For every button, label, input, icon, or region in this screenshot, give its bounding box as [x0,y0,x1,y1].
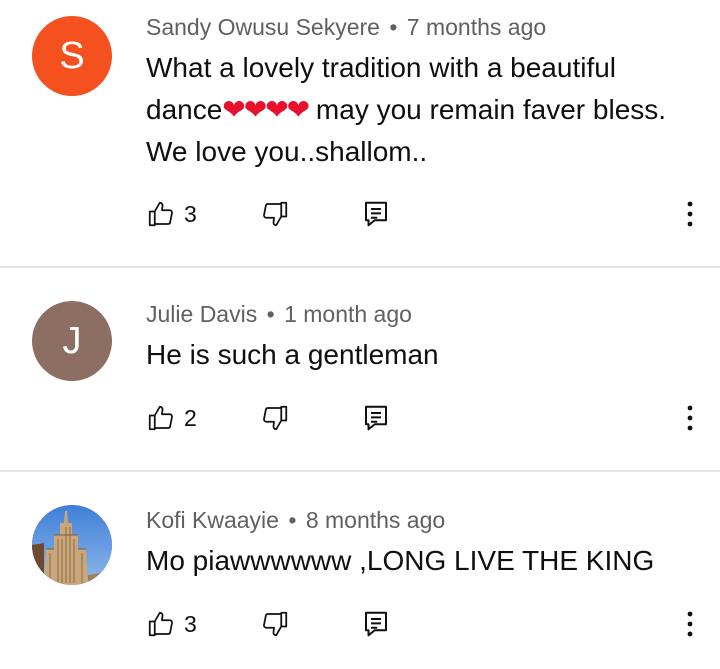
avatar[interactable] [32,505,112,585]
thumbs-up-icon [146,403,176,433]
reply-button[interactable] [362,196,390,232]
dislike-button[interactable] [260,196,290,232]
more-options-button[interactable] [678,606,702,642]
reply-icon [362,609,390,639]
more-vertical-icon [686,403,694,433]
like-count: 3 [184,610,197,637]
comment-item: J Julie Davis • 1 month ago He is such a… [0,268,720,470]
comment-author[interactable]: Sandy Owusu Sekyere [146,14,380,40]
comment-author[interactable]: Kofi Kwaayie [146,507,279,533]
like-button[interactable]: 3 [146,196,197,232]
like-count: 3 [184,200,197,227]
comment-author[interactable]: Julie Davis [146,301,257,327]
avatar[interactable]: J [32,301,112,381]
comment-text: What a lovely tradition with a beautiful… [146,47,686,173]
thumbs-down-icon [260,609,290,639]
reply-button[interactable] [362,400,390,436]
comment-time[interactable]: 8 months ago [306,507,445,533]
avatar-letter: J [62,319,82,362]
comment-header: Kofi Kwaayie • 8 months ago [146,507,445,534]
more-options-button[interactable] [678,196,702,232]
comment-time[interactable]: 7 months ago [407,14,546,40]
more-vertical-icon [686,199,694,229]
thumbs-down-icon [260,403,290,433]
comment-actions: 3 [146,196,706,232]
separator-dot: • [288,507,297,533]
avatar-letter: S [59,34,85,77]
like-button[interactable]: 3 [146,606,197,642]
thumbs-up-icon [146,609,176,639]
comment-header: Sandy Owusu Sekyere • 7 months ago [146,14,546,41]
reply-icon [362,199,390,229]
like-button[interactable]: 2 [146,400,197,436]
separator-dot: • [266,301,275,327]
reply-icon [362,403,390,433]
avatar[interactable]: S [32,16,112,96]
more-options-button[interactable] [678,400,702,436]
comment-time[interactable]: 1 month ago [284,301,412,327]
comment-actions: 2 [146,400,706,436]
comment-text: He is such a gentleman [146,339,439,370]
thumbs-down-icon [260,199,290,229]
comment-text: Mo piawwwwww ,LONG LIVE THE KING [146,545,655,576]
comment-item: S Sandy Owusu Sekyere • 7 months ago Wha… [0,0,720,266]
dislike-button[interactable] [260,606,290,642]
like-count: 2 [184,404,197,431]
reply-button[interactable] [362,606,390,642]
empire-state-building-photo [32,505,112,585]
comment-header: Julie Davis • 1 month ago [146,301,412,328]
separator-dot: • [389,14,398,40]
heart-emoji-icon: ❤❤❤❤ [222,94,310,125]
comment-item: Kofi Kwaayie • 8 months ago Mo piawwwwww… [0,472,720,669]
dislike-button[interactable] [260,400,290,436]
more-vertical-icon [686,609,694,639]
comment-actions: 3 [146,606,706,642]
thumbs-up-icon [146,199,176,229]
